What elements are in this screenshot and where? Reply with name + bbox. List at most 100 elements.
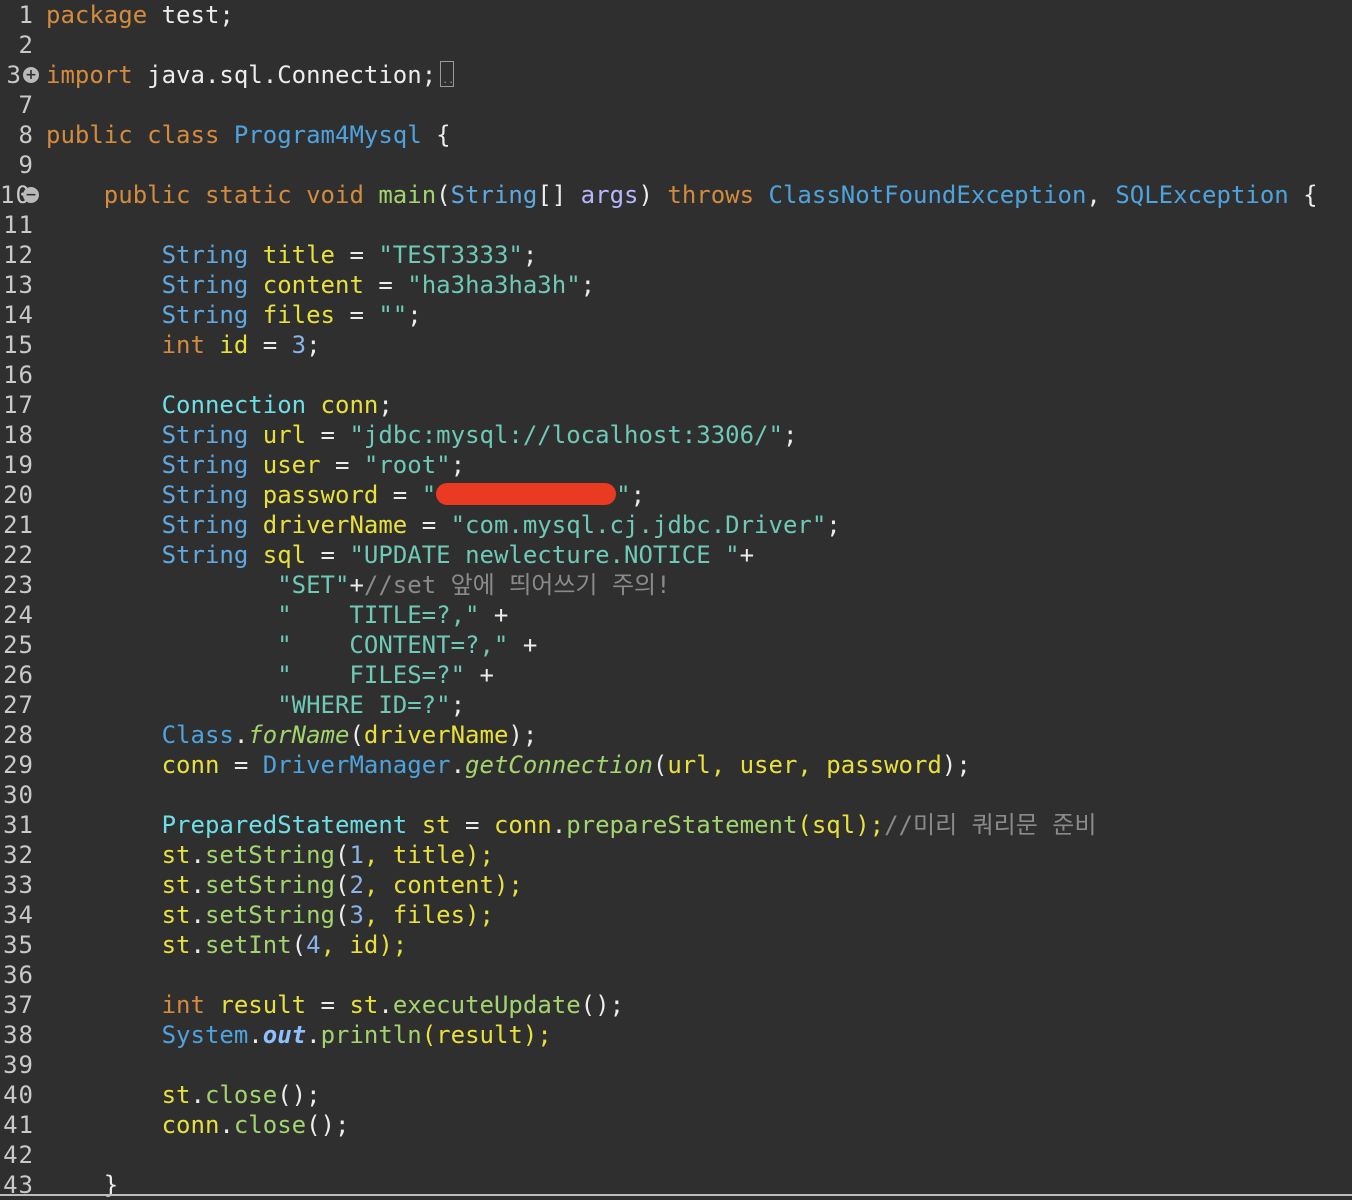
operator: = [450, 811, 494, 839]
paren: (); [277, 1081, 321, 1109]
paren: (); [580, 991, 625, 1019]
code-line-33[interactable]: 33 st.setString(2, content); [0, 870, 1352, 900]
code-line-9[interactable]: 9 [0, 150, 1352, 180]
plus-circle-icon[interactable]: + [23, 67, 39, 83]
line-number: 3 [6, 61, 22, 89]
code-line-23[interactable]: 23 "SET"+//set 앞에 띄어쓰기 주의! [0, 570, 1352, 600]
line-number: 24 [3, 601, 34, 629]
argument: driverName [363, 721, 509, 749]
code-line-22[interactable]: 22 String sql = "UPDATE newlecture.NOTIC… [0, 540, 1352, 570]
code-text: st.setString(3, files); [46, 900, 494, 930]
code-line-24[interactable]: 24 " TITLE=?," + [0, 600, 1352, 630]
code-line-36[interactable]: 36 [0, 960, 1352, 990]
dot: . [190, 901, 205, 929]
code-line-42[interactable]: 42 [0, 1140, 1352, 1170]
method-name: close [233, 1111, 307, 1139]
code-line-2[interactable]: 2 [0, 30, 1352, 60]
line-number: 36 [3, 961, 34, 989]
code-line-17[interactable]: 17 Connection conn; [0, 390, 1352, 420]
code-line-1[interactable]: 1 package test; [0, 0, 1352, 30]
code-text: "SET"+//set 앞에 띄어쓰기 주의! [46, 570, 670, 600]
line-number: 2 [18, 31, 34, 59]
code-line-38[interactable]: 38 System.out.println(result); [0, 1020, 1352, 1050]
paren: ( [291, 931, 307, 959]
operator: = [407, 511, 451, 539]
brace: { [421, 121, 451, 149]
code-line-12[interactable]: 12 String title = "TEST3333"; [0, 240, 1352, 270]
param-type: String [450, 181, 538, 209]
line-number: 39 [3, 1051, 34, 1079]
paren: ); [508, 721, 538, 749]
code-line-13[interactable]: 13 String content = "ha3ha3ha3h"; [0, 270, 1352, 300]
object: st [349, 991, 379, 1019]
dot: . [306, 1021, 321, 1049]
paren: ( [335, 901, 350, 929]
code-line-8[interactable]: 8 public class Program4Mysql { [0, 120, 1352, 150]
method-name: setString [204, 871, 335, 899]
code-line-14[interactable]: 14 String files = ""; [0, 300, 1352, 330]
code-line-30[interactable]: 30 [0, 780, 1352, 810]
method-name: executeUpdate [392, 991, 581, 1019]
line-number: 27 [3, 691, 34, 719]
string-quote: " [421, 481, 437, 509]
type: String [161, 241, 249, 269]
code-line-28[interactable]: 28 Class.forName(driverName); [0, 720, 1352, 750]
code-line-3[interactable]: 3 + import java.sql.Connection; [0, 60, 1352, 96]
code-editor[interactable]: 1 package test; 2 3 + import java.sql.Co… [0, 0, 1352, 1199]
string-literal: "UPDATE newlecture.NOTICE " [349, 541, 740, 569]
variable: user [262, 451, 321, 479]
code-line-25[interactable]: 25 " CONTENT=?," + [0, 630, 1352, 660]
string-literal: "ha3ha3ha3h" [407, 271, 581, 299]
code-line-21[interactable]: 21 String driverName = "com.mysql.cj.jdb… [0, 510, 1352, 540]
variable: sql [262, 541, 307, 569]
line-number: 12 [3, 241, 34, 269]
code-line-41[interactable]: 41 conn.close(); [0, 1110, 1352, 1140]
code-text: System.out.println(result); [46, 1020, 552, 1050]
semicolon: ; [522, 241, 538, 269]
code-line-18[interactable]: 18 String url = "jdbc:mysql://localhost:… [0, 420, 1352, 450]
code-line-32[interactable]: 32 st.setString(1, title); [0, 840, 1352, 870]
semicolon: ; [782, 421, 798, 449]
code-line-27[interactable]: 27 "WHERE ID=?"; [0, 690, 1352, 720]
code-line-10[interactable]: 10 − public static void main(String[] ar… [0, 180, 1352, 210]
operator: + [739, 541, 755, 569]
code-text: String content = "ha3ha3ha3h"; [46, 270, 596, 300]
code-line-19[interactable]: 19 String user = "root"; [0, 450, 1352, 480]
object: st [161, 871, 191, 899]
line-number: 25 [3, 631, 34, 659]
arguments: url, user, password [667, 751, 942, 779]
code-line-35[interactable]: 35 st.setInt(4, id); [0, 930, 1352, 960]
code-line-34[interactable]: 34 st.setString(3, files); [0, 900, 1352, 930]
code-line-16[interactable]: 16 [0, 360, 1352, 390]
method-name: getConnection [465, 751, 653, 779]
code-text: st.setInt(4, id); [46, 930, 408, 960]
string-literal: " CONTENT=?," [277, 631, 509, 659]
class-name: Class [161, 721, 234, 749]
line-number: 33 [3, 871, 34, 899]
code-line-11[interactable]: 11 [0, 210, 1352, 240]
string-literal: " FILES=?" [277, 661, 466, 689]
code-line-29[interactable]: 29 conn = DriverManager.getConnection(ur… [0, 750, 1352, 780]
semicolon: ; [450, 451, 466, 479]
keyword-void: void [306, 181, 364, 209]
code-line-39[interactable]: 39 [0, 1050, 1352, 1080]
collapsed-imports-icon[interactable] [440, 61, 454, 96]
object: st [161, 1081, 191, 1109]
code-line-20[interactable]: 20 String password = " "; [0, 480, 1352, 510]
dot: . [190, 841, 205, 869]
code-line-7[interactable]: 7 [0, 90, 1352, 120]
code-text: String password = " "; [46, 480, 645, 510]
code-text: package test; [46, 0, 234, 30]
line-number: 8 [18, 121, 34, 149]
code-line-40[interactable]: 40 st.close(); [0, 1080, 1352, 1110]
code-line-37[interactable]: 37 int result = st.executeUpdate(); [0, 990, 1352, 1020]
code-line-26[interactable]: 26 " FILES=?" + [0, 660, 1352, 690]
code-line-15[interactable]: 15 int id = 3; [0, 330, 1352, 360]
method-name: setInt [204, 931, 292, 959]
semicolon: ; [450, 691, 466, 719]
semicolon: ; [378, 391, 393, 419]
type: int [161, 331, 205, 359]
operator: = [306, 991, 350, 1019]
code-line-31[interactable]: 31 PreparedStatement st = conn.prepareSt… [0, 810, 1352, 840]
minus-circle-icon[interactable]: − [23, 187, 39, 203]
